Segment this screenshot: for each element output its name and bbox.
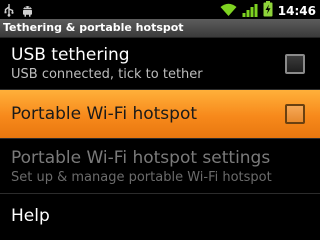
portable-hotspot-item[interactable]: Portable Wi-Fi hotspot [0,90,320,138]
wifi-icon [220,2,237,21]
signal-icon [242,2,258,21]
page-title: Tethering & portable hotspot [3,21,184,34]
hotspot-settings-title: Portable Wi-Fi hotspot settings [11,148,271,168]
usb-tethering-title: USB tethering [11,45,130,65]
usb-tethering-summary: USB connected, tick to tether [11,67,203,82]
help-title: Help [11,206,50,226]
title-bar: Tethering & portable hotspot [0,19,320,38]
usb-tethering-checkbox[interactable] [285,54,305,74]
portable-hotspot-checkbox[interactable] [285,104,305,124]
hotspot-settings-summary: Set up & manage portable Wi-Fi hotspot [11,170,272,185]
usb-tethering-item[interactable]: USB tethering USB connected, tick to tet… [0,38,320,90]
status-time: 14:46 [277,4,316,18]
help-item[interactable]: Help [0,194,320,240]
portable-hotspot-title: Portable Wi-Fi hotspot [11,104,198,124]
battery-charging-icon [263,1,273,21]
status-bar: 14:46 [0,0,320,19]
hotspot-settings-item: Portable Wi-Fi hotspot settings Set up &… [0,139,320,193]
